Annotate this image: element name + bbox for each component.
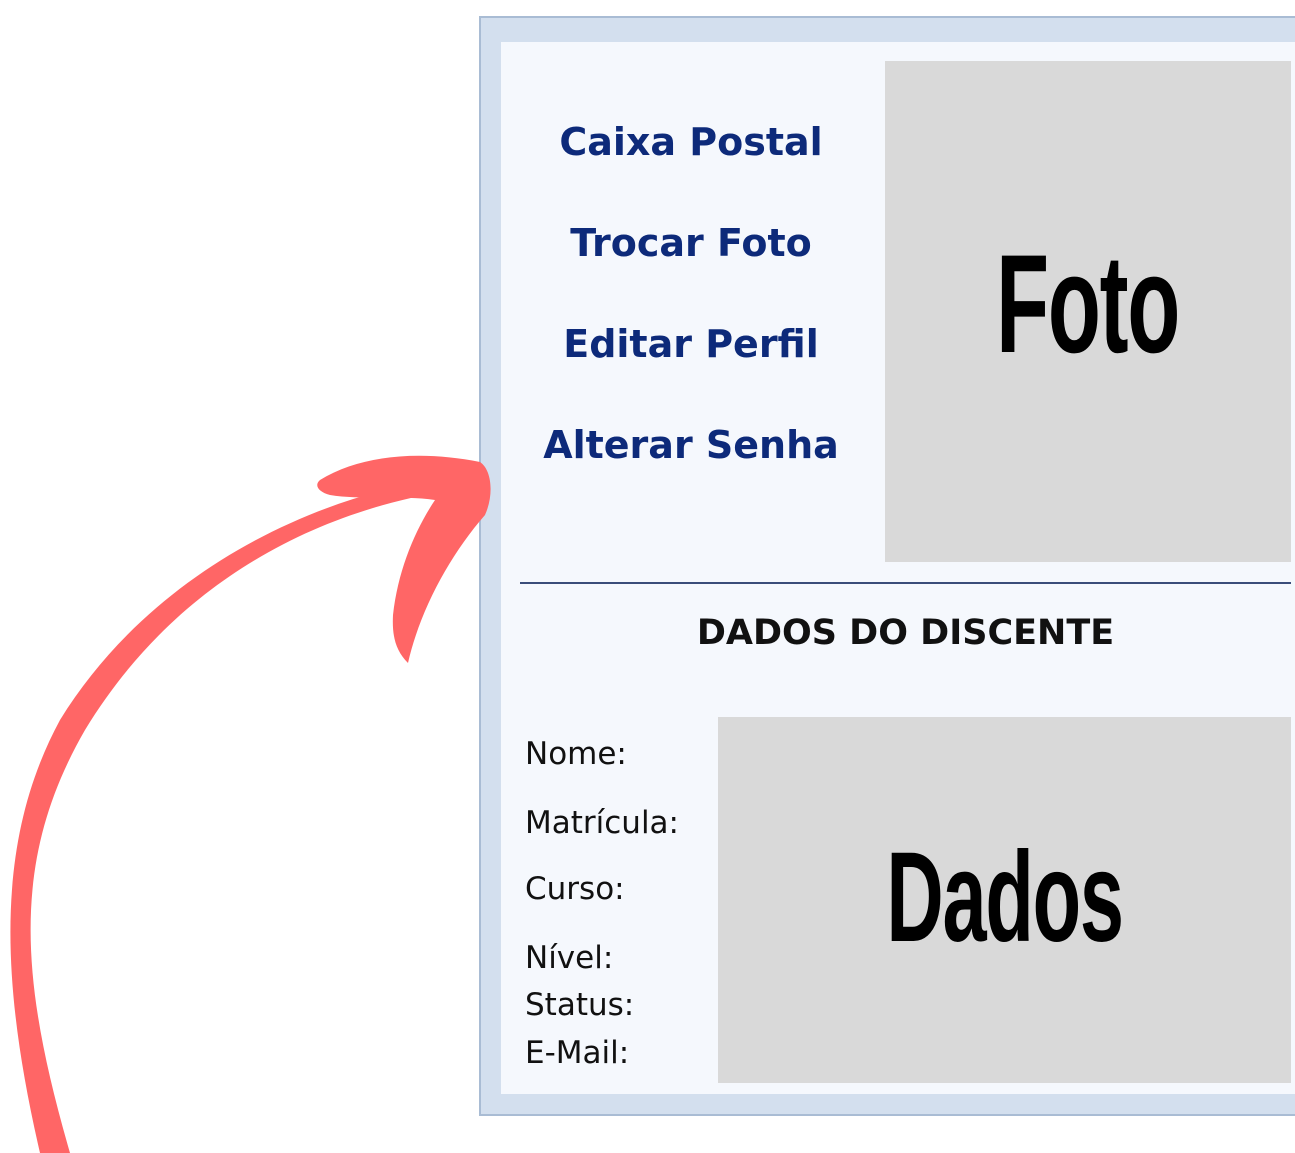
- field-label-curso: Curso:: [525, 871, 625, 907]
- screenshot-stage: Caixa Postal Trocar Foto Editar Perfil A…: [0, 0, 1295, 1153]
- field-label-nivel: Nível:: [525, 940, 614, 976]
- trocar-foto-link[interactable]: Trocar Foto: [501, 221, 881, 265]
- arrow-shaft: [10, 483, 425, 1153]
- profile-panel-body: Caixa Postal Trocar Foto Editar Perfil A…: [501, 42, 1295, 1094]
- data-placeholder-label: Dados: [886, 825, 1124, 969]
- field-label-status: Status:: [525, 987, 635, 1023]
- arrow-head: [317, 455, 491, 663]
- field-label-email: E-Mail:: [525, 1035, 630, 1071]
- caixa-postal-link[interactable]: Caixa Postal: [501, 120, 881, 164]
- profile-photo-placeholder: Foto: [885, 61, 1291, 562]
- student-profile-panel: Caixa Postal Trocar Foto Editar Perfil A…: [479, 16, 1295, 1116]
- photo-placeholder-label: Foto: [996, 224, 1180, 382]
- student-data-placeholder: Dados: [718, 717, 1291, 1083]
- editar-perfil-link[interactable]: Editar Perfil: [501, 322, 881, 366]
- field-label-nome: Nome:: [525, 736, 627, 772]
- section-title: DADOS DO DISCENTE: [696, 613, 1115, 653]
- section-divider: [520, 582, 1291, 584]
- alterar-senha-link[interactable]: Alterar Senha: [501, 423, 881, 467]
- field-label-matricula: Matrícula:: [525, 805, 680, 841]
